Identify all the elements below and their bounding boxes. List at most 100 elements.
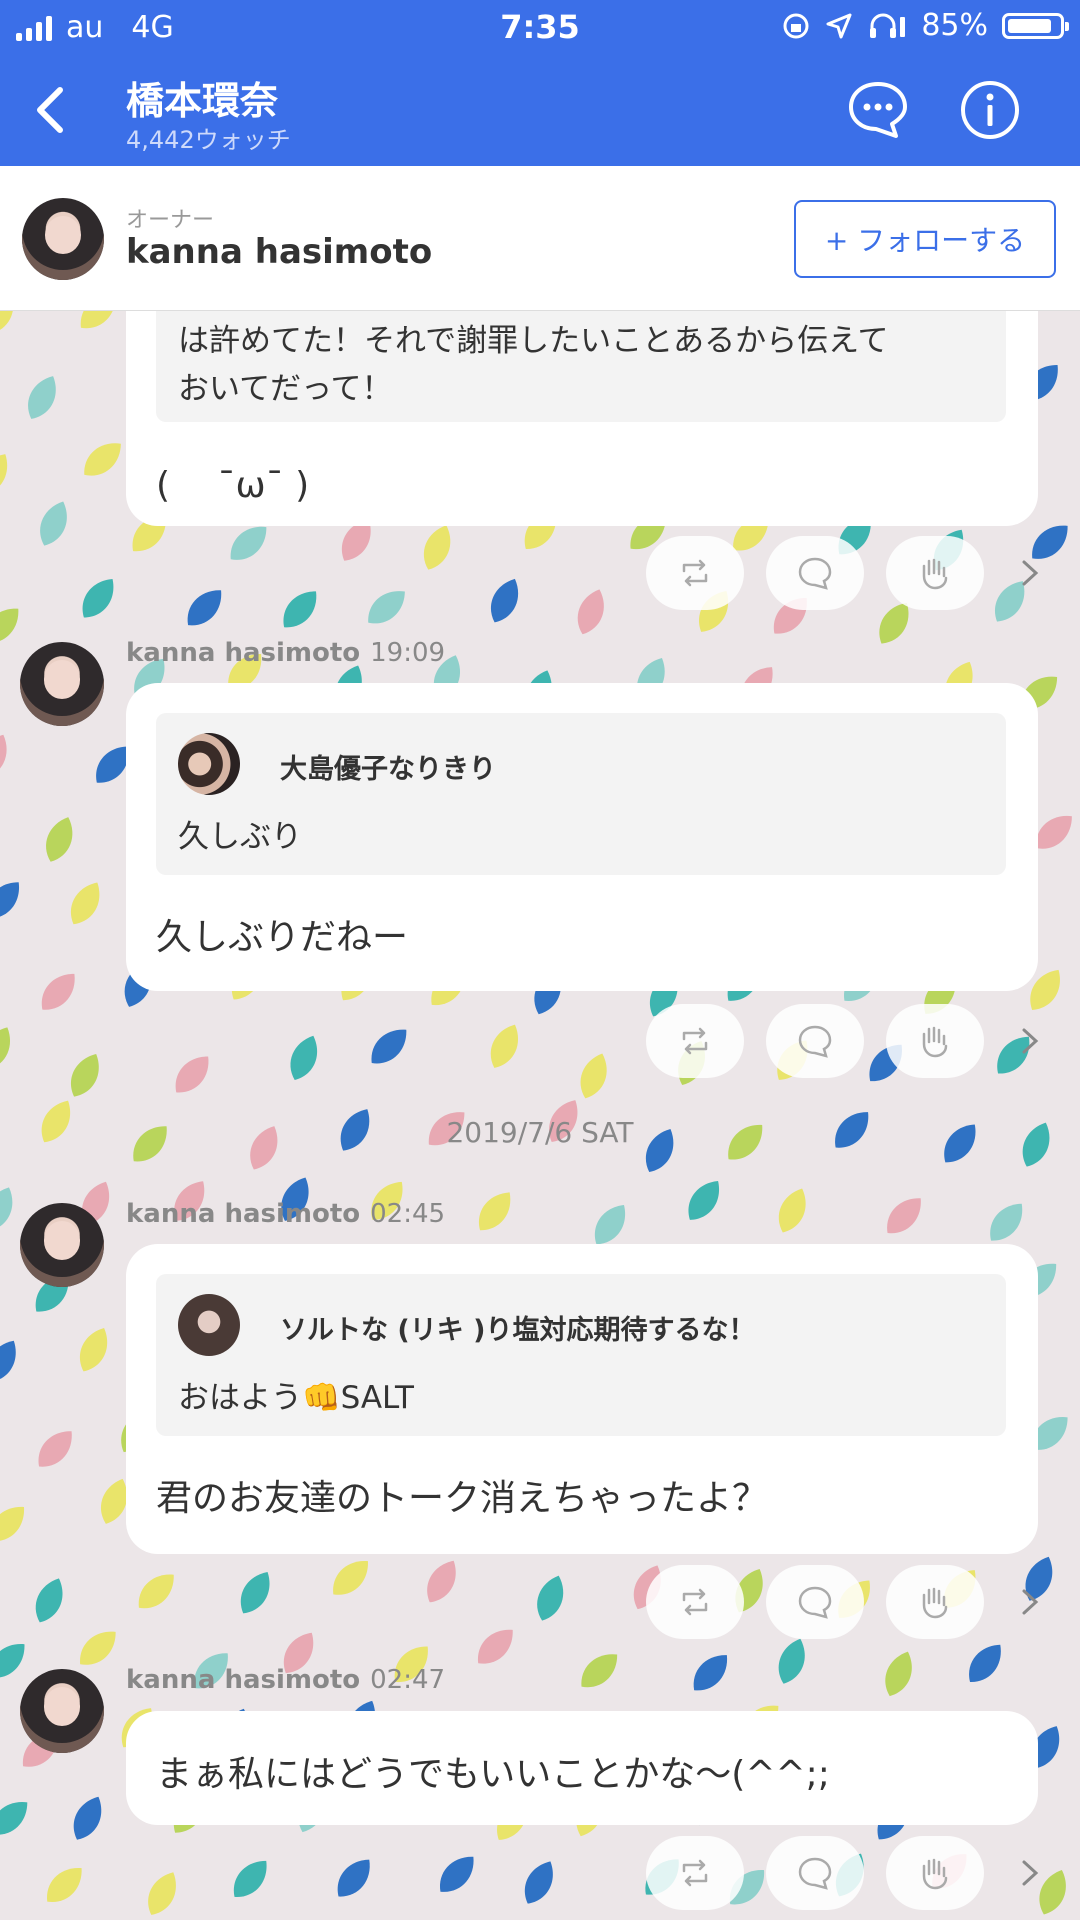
message-bubble: まぁ私にはどうでもいいことかな〜(^^;; <box>126 1711 1038 1825</box>
comment-button[interactable] <box>766 1836 864 1910</box>
quote-text: おはよう👊SALT <box>178 1380 414 1416</box>
leaf-shape <box>490 1024 519 1068</box>
leaf-shape <box>688 1180 720 1220</box>
battery-percent: 85% <box>921 8 988 43</box>
leaf-shape <box>990 1203 1023 1241</box>
quoted-message[interactable]: 大島優子なりきり 久しぶり <box>156 713 1006 875</box>
leaf-shape <box>580 1053 607 1099</box>
author-name: kanna hasimoto <box>126 1199 361 1229</box>
message-feed[interactable]: は許めてた！それで謝罪したいことあるから伝えて おいてだって！ ( ˉωˉ ) … <box>0 311 1080 1920</box>
leaf-shape <box>46 817 73 862</box>
leaf-shape <box>70 882 100 925</box>
leaf-shape <box>28 376 56 419</box>
repost-button[interactable] <box>646 1836 744 1910</box>
leaf-shape <box>138 1574 174 1609</box>
author-avatar[interactable] <box>20 1669 104 1753</box>
message-actions <box>646 1004 1066 1078</box>
comment-button[interactable] <box>766 536 864 610</box>
leaf-shape <box>233 1860 267 1897</box>
repost-icon <box>682 559 708 587</box>
leaf-shape <box>333 1561 368 1595</box>
follow-button[interactable]: + フォローする <box>794 200 1056 278</box>
comment-icon <box>798 1857 832 1890</box>
quote-avatar <box>178 733 240 795</box>
leaf-shape <box>40 501 67 546</box>
leaf-shape <box>73 1796 102 1840</box>
message-meta: kanna hasimoto 02:47 <box>126 1665 445 1695</box>
quote-text: は許めてた！それで謝罪したいことあるから伝えて <box>178 323 889 359</box>
location-arrow-icon <box>826 13 852 38</box>
leaf-shape <box>80 311 116 329</box>
repost-icon <box>682 1859 708 1887</box>
leaf-shape <box>0 311 14 335</box>
leaf-shape <box>693 1655 727 1691</box>
author-avatar[interactable] <box>20 1203 104 1287</box>
message-text: 君のお友達のトーク消えちゃったよ？ <box>156 1478 769 1519</box>
message-bubble: 大島優子なりきり 久しぶり 久しぶりだねー <box>126 683 1038 991</box>
leaf-shape <box>0 454 8 496</box>
leaf-shape <box>337 1859 370 1897</box>
more-chevron-icon[interactable] <box>1012 1584 1048 1620</box>
leaf-shape <box>84 443 121 476</box>
leaf-shape <box>41 973 75 1010</box>
repost-button[interactable] <box>646 1565 744 1639</box>
leaf-shape <box>478 1192 511 1231</box>
more-chevron-icon[interactable] <box>1012 555 1048 591</box>
watch-count: 4,442ウォッチ <box>126 126 291 154</box>
leaf-shape <box>778 1638 805 1684</box>
chat-bubble-icon[interactable] <box>846 78 910 142</box>
more-chevron-icon[interactable] <box>1012 1023 1048 1059</box>
leaf-shape <box>175 1056 209 1093</box>
clap-button[interactable] <box>886 1836 984 1910</box>
info-icon[interactable] <box>958 78 1022 142</box>
leaf-shape <box>0 734 7 779</box>
leaf-shape <box>969 1644 1001 1682</box>
message-meta: kanna hasimoto 02:45 <box>126 1199 445 1229</box>
leaf-shape <box>47 1868 82 1902</box>
clap-button[interactable] <box>886 1004 984 1078</box>
leaf-shape <box>82 579 114 618</box>
clap-hand-icon <box>922 1026 948 1058</box>
message-text: 久しぶりだねー <box>156 917 409 958</box>
clap-button[interactable] <box>886 536 984 610</box>
leaf-shape <box>0 882 19 919</box>
leaf-shape <box>0 608 19 643</box>
leaf-shape <box>0 1802 28 1835</box>
leaf-shape <box>187 590 222 626</box>
leaf-shape <box>537 1575 564 1621</box>
leaf-shape <box>581 1654 618 1688</box>
message-actions <box>646 536 1066 610</box>
repost-button[interactable] <box>646 1004 744 1078</box>
comment-icon <box>798 1586 832 1619</box>
leaf-shape <box>0 1506 24 1542</box>
leaf-shape <box>0 1644 25 1678</box>
author-avatar[interactable] <box>20 642 104 726</box>
clap-button[interactable] <box>886 1565 984 1639</box>
comment-button[interactable] <box>766 1565 864 1639</box>
message-text: ( ˉωˉ ) <box>156 465 310 506</box>
leaf-shape <box>0 1187 13 1232</box>
leaf-shape <box>368 591 405 624</box>
leaf-shape <box>148 1872 176 1915</box>
rotation-lock-icon <box>783 13 809 38</box>
repost-icon <box>682 1027 708 1055</box>
back-button[interactable] <box>22 80 82 140</box>
comment-button[interactable] <box>766 1004 864 1078</box>
leaf-shape <box>70 1054 99 1097</box>
leaf-shape <box>38 1431 72 1467</box>
quoted-message[interactable]: は許めてた！それで謝罪したいことあるから伝えて おいてだって！ <box>156 311 1006 422</box>
owner-bar: オーナー kanna hasimoto + フォローする <box>0 166 1080 311</box>
author-name: kanna hasimoto <box>126 1665 361 1695</box>
repost-button[interactable] <box>646 536 744 610</box>
quoted-message[interactable]: ソルトな (リキ )り塩対応期待するな！ おはよう👊SALT <box>156 1274 1006 1436</box>
headphones-icon <box>870 13 906 38</box>
owner-avatar[interactable] <box>22 198 104 280</box>
battery-icon <box>1002 12 1069 39</box>
leaf-shape <box>887 1198 921 1234</box>
leaf-shape <box>490 578 519 623</box>
owner-role: オーナー <box>126 208 215 233</box>
more-chevron-icon[interactable] <box>1012 1855 1048 1891</box>
owner-name: kanna hasimoto <box>126 232 433 272</box>
author-name: kanna hasimoto <box>126 638 361 668</box>
message-meta: kanna hasimoto 19:09 <box>126 638 445 668</box>
